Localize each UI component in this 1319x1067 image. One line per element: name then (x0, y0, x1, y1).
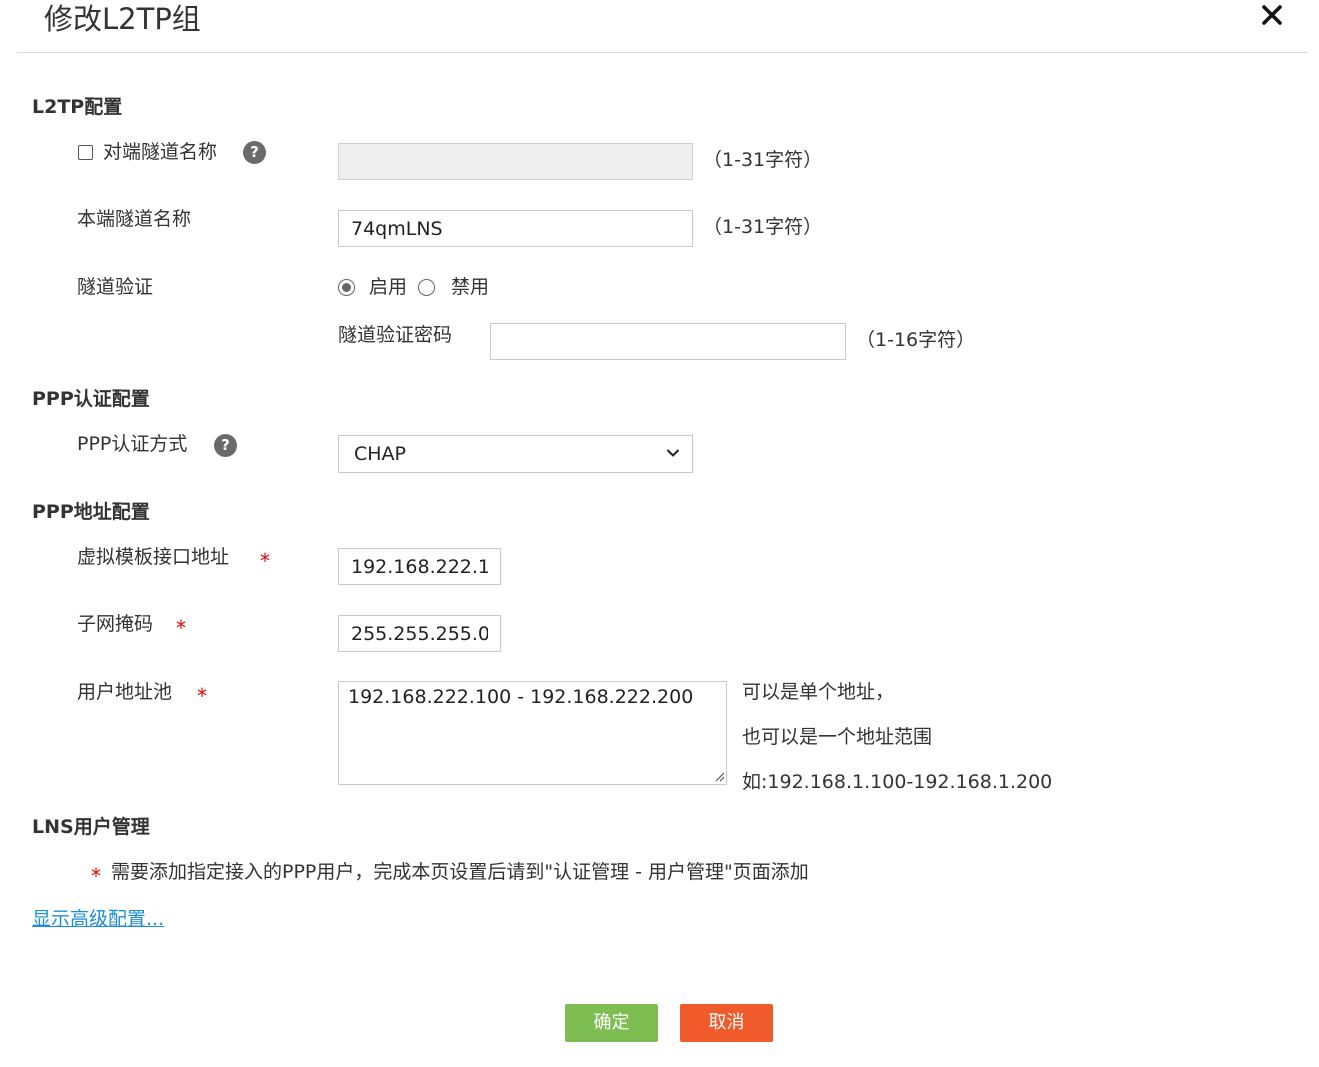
vt-address-input[interactable] (338, 548, 501, 585)
help-icon[interactable]: ? (243, 141, 266, 164)
user-pool-hint-3: 如:192.168.1.100-192.168.1.200 (742, 771, 1053, 793)
help-icon[interactable]: ? (214, 434, 237, 457)
dialog-title: 修改L2TP组 (44, 2, 201, 36)
user-pool-label: 用户地址池 (77, 681, 173, 703)
peer-tunnel-hint: （1-31字符） (703, 149, 823, 171)
peer-tunnel-input[interactable] (338, 143, 693, 180)
auth-password-input[interactable] (490, 323, 846, 360)
section-ppp-auth-title: PPP认证配置 (32, 388, 150, 410)
tunnel-auth-disable-label: 禁用 (451, 276, 490, 298)
required-mark: * (176, 616, 186, 640)
auth-password-hint: （1-16字符） (856, 329, 976, 351)
vt-address-label: 虚拟模板接口地址 (77, 546, 230, 568)
show-advanced-link[interactable]: 显示高级配置... (32, 906, 164, 932)
user-pool-textarea[interactable]: 192.168.222.100 - 192.168.222.200 (338, 681, 727, 785)
section-ppp-address-title: PPP地址配置 (32, 501, 150, 523)
close-icon[interactable] (1259, 2, 1285, 28)
section-lns-user-title: LNS用户管理 (32, 816, 150, 838)
ok-button[interactable]: 确定 (565, 1004, 658, 1042)
lns-user-note: 需要添加指定接入的PPP用户，完成本页设置后请到"认证管理 - 用户管理"页面添… (111, 861, 809, 883)
tunnel-auth-enable-label: 启用 (369, 276, 408, 298)
header-divider (17, 52, 1307, 53)
subnet-mask-input[interactable] (338, 615, 501, 652)
required-mark: * (197, 684, 207, 708)
cancel-button[interactable]: 取消 (680, 1004, 773, 1042)
resize-grip-icon[interactable] (713, 770, 725, 782)
required-mark: * (260, 549, 270, 573)
auth-password-label: 隧道验证密码 (338, 324, 453, 346)
local-tunnel-input[interactable] (338, 210, 693, 247)
tunnel-auth-enable-radio[interactable] (338, 279, 355, 296)
user-pool-hint-2: 也可以是一个地址范围 (742, 726, 933, 748)
tunnel-auth-label: 隧道验证 (77, 276, 154, 298)
section-l2tp-title: L2TP配置 (32, 96, 123, 118)
ppp-auth-method-select[interactable]: CHAP (338, 435, 693, 473)
subnet-mask-label: 子网掩码 (77, 613, 154, 635)
required-mark: * (91, 864, 101, 888)
chevron-down-icon (666, 449, 680, 457)
local-tunnel-hint: （1-31字符） (703, 216, 823, 238)
peer-tunnel-label: 对端隧道名称 (103, 141, 218, 163)
user-pool-hint-1: 可以是单个地址， (742, 681, 895, 703)
tunnel-auth-disable-radio[interactable] (418, 279, 435, 296)
ppp-auth-method-value: CHAP (354, 443, 407, 465)
peer-tunnel-checkbox[interactable] (78, 145, 93, 160)
local-tunnel-label: 本端隧道名称 (77, 208, 192, 230)
ppp-auth-method-label: PPP认证方式 (77, 433, 188, 455)
